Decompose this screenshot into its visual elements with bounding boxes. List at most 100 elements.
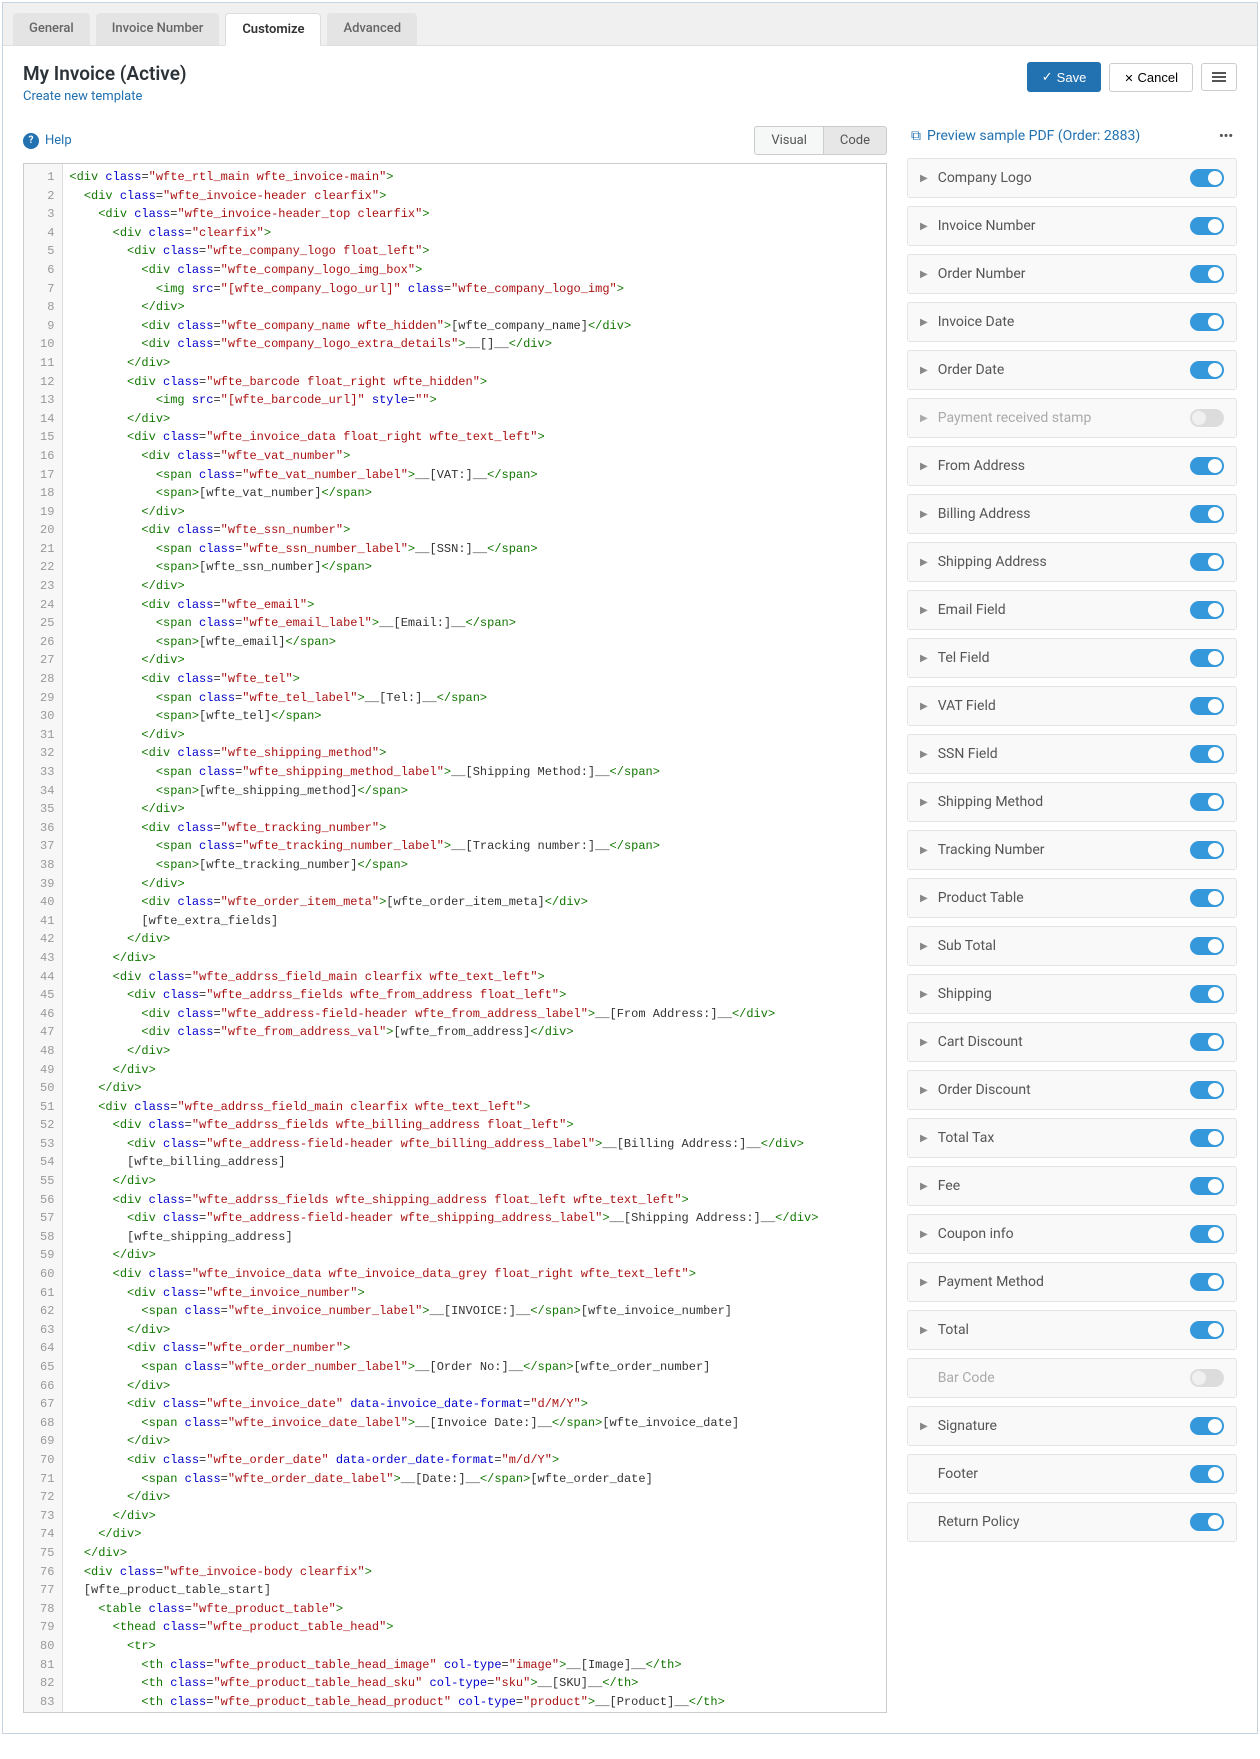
panel-label: Cart Discount [938, 1034, 1180, 1050]
panel-tracking-number[interactable]: ▶Tracking Number [907, 830, 1237, 870]
chevron-right-icon: ▶ [920, 173, 928, 184]
toggle-switch[interactable] [1190, 697, 1224, 715]
panel-billing-address[interactable]: ▶Billing Address [907, 494, 1237, 534]
panel-ssn-field[interactable]: ▶SSN Field [907, 734, 1237, 774]
panel-total-tax[interactable]: ▶ Total Tax [907, 1118, 1237, 1158]
chevron-right-icon: ▶ [920, 1085, 928, 1096]
toggle-switch[interactable] [1190, 649, 1224, 667]
toggle-switch[interactable] [1190, 313, 1224, 331]
panel-vat-field[interactable]: ▶VAT Field [907, 686, 1237, 726]
panel-label: Total Tax [938, 1130, 1180, 1146]
toggle-switch[interactable] [1190, 1417, 1224, 1435]
panel-footer[interactable]: ▶Footer [907, 1454, 1237, 1494]
create-template-link[interactable]: Create new template [23, 89, 142, 104]
chevron-right-icon: ▶ [920, 269, 928, 280]
chevron-right-icon: ▶ [920, 941, 928, 952]
chevron-right-icon: ▶ [920, 749, 928, 760]
panel-company-logo[interactable]: ▶ Company Logo [907, 158, 1237, 198]
panel-invoice-number[interactable]: ▶Invoice Number [907, 206, 1237, 246]
toggle-switch[interactable] [1190, 1081, 1224, 1099]
panel-label: Sub Total [938, 938, 1180, 954]
chevron-right-icon: ▶ [920, 1277, 928, 1288]
tab-advanced[interactable]: Advanced [327, 13, 417, 45]
panel-label: Shipping Method [938, 794, 1180, 810]
chevron-right-icon: ▶ [920, 797, 928, 808]
panel-return-policy[interactable]: ▶Return Policy [907, 1502, 1237, 1542]
toggle-switch[interactable] [1190, 1513, 1224, 1531]
panel-bar-code[interactable]: ▶Bar Code [907, 1358, 1237, 1398]
toggle-switch[interactable] [1190, 745, 1224, 763]
preview-pdf-link[interactable]: ⧉ Preview sample PDF (Order: 2883) [911, 128, 1140, 144]
panel-label: Tel Field [938, 650, 1180, 666]
help-link[interactable]: ? Help [23, 133, 72, 149]
main-tabs: GeneralInvoice NumberCustomizeAdvanced [3, 3, 1257, 46]
toggle-switch[interactable] [1190, 505, 1224, 523]
toggle-switch[interactable] [1190, 793, 1224, 811]
menu-button[interactable] [1201, 63, 1237, 91]
external-link-icon: ⧉ [911, 128, 921, 144]
toggle-switch[interactable] [1190, 217, 1224, 235]
panel-label: From Address [938, 458, 1180, 474]
toggle-switch[interactable] [1190, 361, 1224, 379]
panel-fee[interactable]: ▶Fee [907, 1166, 1237, 1206]
chevron-right-icon: ▶ [920, 1133, 928, 1144]
panel-invoice-date[interactable]: ▶Invoice Date [907, 302, 1237, 342]
tab-general[interactable]: General [13, 13, 90, 45]
tab-invoice-number[interactable]: Invoice Number [96, 13, 220, 45]
toggle-switch[interactable] [1190, 1321, 1224, 1339]
toggle-switch[interactable] [1190, 457, 1224, 475]
panel-tel-field[interactable]: ▶ Tel Field [907, 638, 1237, 678]
tab-customize[interactable]: Customize [225, 13, 321, 46]
panel-label: Return Policy [938, 1514, 1180, 1530]
code-tab[interactable]: Code [823, 126, 887, 155]
panel-cart-discount[interactable]: ▶Cart Discount [907, 1022, 1237, 1062]
toggle-switch[interactable] [1190, 1129, 1224, 1147]
toggle-switch[interactable] [1190, 937, 1224, 955]
panel-order-date[interactable]: ▶Order Date [907, 350, 1237, 390]
more-options[interactable]: ••• [1219, 129, 1233, 144]
chevron-right-icon: ▶ [920, 461, 928, 472]
close-icon [1124, 70, 1133, 85]
toggle-switch[interactable] [1190, 409, 1224, 427]
save-button[interactable]: Save [1027, 62, 1102, 92]
toggle-switch[interactable] [1190, 1177, 1224, 1195]
panel-order-number[interactable]: ▶ Order Number [907, 254, 1237, 294]
toggle-switch[interactable] [1190, 169, 1224, 187]
panel-payment-method[interactable]: ▶Payment Method [907, 1262, 1237, 1302]
panel-label: Bar Code [938, 1370, 1180, 1386]
panel-total[interactable]: ▶Total [907, 1310, 1237, 1350]
panel-label: Signature [938, 1418, 1180, 1434]
panel-label: Company Logo [938, 170, 1180, 186]
panel-label: Payment received stamp [938, 410, 1180, 426]
chevron-right-icon: ▶ [920, 413, 928, 424]
code-editor[interactable]: 1234567891011121314151617181920212223242… [23, 163, 887, 1713]
visual-tab[interactable]: Visual [754, 126, 823, 155]
panel-signature[interactable]: ▶Signature [907, 1406, 1237, 1446]
panel-shipping-method[interactable]: ▶ Shipping Method [907, 782, 1237, 822]
page-title: My Invoice (Active) [23, 62, 187, 85]
toggle-switch[interactable] [1190, 1273, 1224, 1291]
toggle-switch[interactable] [1190, 889, 1224, 907]
panel-payment-received-stamp[interactable]: ▶ Payment received stamp [907, 398, 1237, 438]
panel-email-field[interactable]: ▶Email Field [907, 590, 1237, 630]
panel-shipping[interactable]: ▶Shipping [907, 974, 1237, 1014]
panel-shipping-address[interactable]: ▶Shipping Address [907, 542, 1237, 582]
toggle-switch[interactable] [1190, 985, 1224, 1003]
cancel-button[interactable]: Cancel [1109, 63, 1193, 92]
panel-coupon-info[interactable]: ▶Coupon info [907, 1214, 1237, 1254]
toggle-switch[interactable] [1190, 841, 1224, 859]
chevron-right-icon: ▶ [920, 653, 928, 664]
toggle-switch[interactable] [1190, 601, 1224, 619]
chevron-right-icon: ▶ [920, 845, 928, 856]
panel-product-table[interactable]: ▶Product Table [907, 878, 1237, 918]
toggle-switch[interactable] [1190, 1465, 1224, 1483]
toggle-switch[interactable] [1190, 1369, 1224, 1387]
toggle-switch[interactable] [1190, 1033, 1224, 1051]
panel-from-address[interactable]: ▶ From Address [907, 446, 1237, 486]
panel-sub-total[interactable]: ▶ Sub Total [907, 926, 1237, 966]
panel-order-discount[interactable]: ▶Order Discount [907, 1070, 1237, 1110]
panel-label: Order Number [938, 266, 1180, 282]
toggle-switch[interactable] [1190, 265, 1224, 283]
toggle-switch[interactable] [1190, 553, 1224, 571]
toggle-switch[interactable] [1190, 1225, 1224, 1243]
